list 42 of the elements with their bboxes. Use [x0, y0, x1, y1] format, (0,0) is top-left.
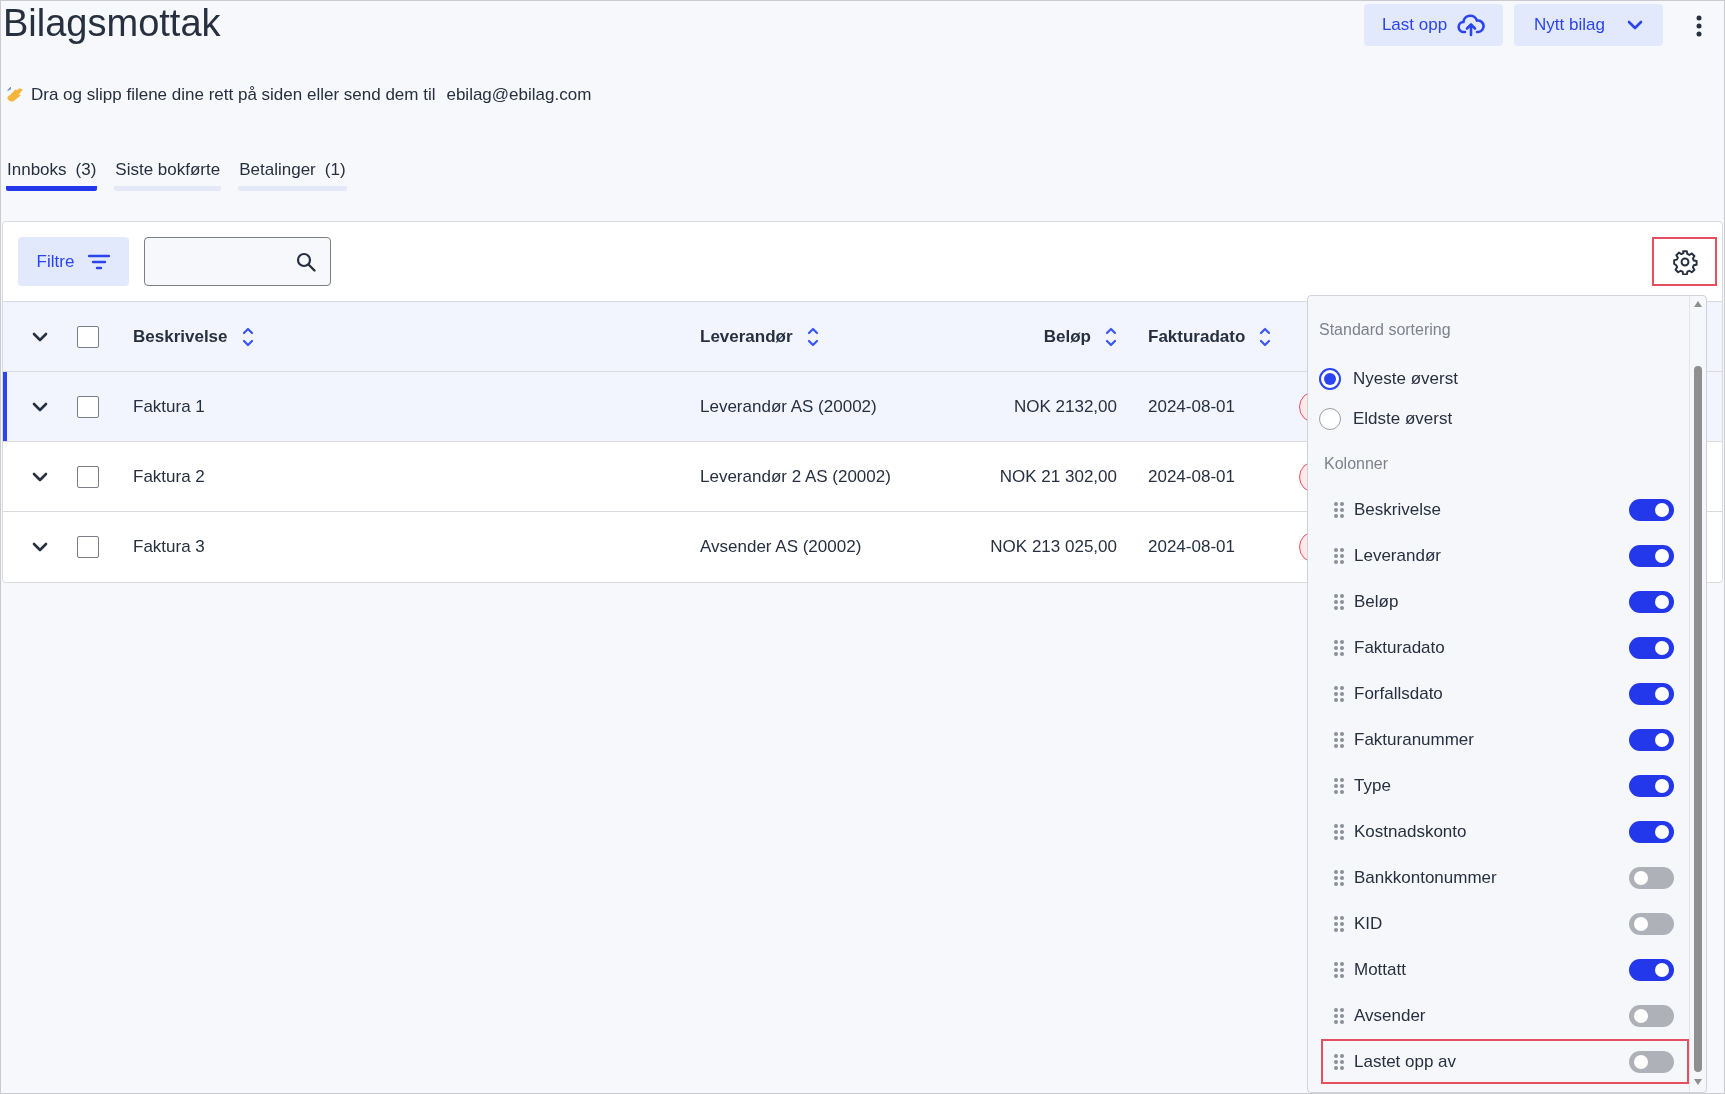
filter-button[interactable]: Filtre [18, 237, 129, 286]
table-cell: NOK 2132,00 [1014, 396, 1117, 416]
table-cell: Avsender AS (20002) [700, 537, 862, 556]
tab[interactable]: Siste bokførte [114, 158, 222, 191]
table-cell: Leverandør AS (20002) [700, 396, 877, 416]
column-option-label: Type [1354, 775, 1392, 796]
column-option-label: Forfallsdato [1354, 683, 1444, 704]
column-option-label: Beløp [1354, 591, 1400, 612]
table-cell: Leverandør 2 AS (20002) [700, 466, 891, 486]
column-option-label: Leverandør [1354, 545, 1442, 566]
column-header[interactable]: Fakturadato [1148, 326, 1246, 347]
column-option-label: Fakturadato [1354, 637, 1446, 658]
table-cell: 2024-08-01 [1148, 537, 1235, 556]
upload-button[interactable]: Last opp [1364, 4, 1503, 46]
column-option-label: Kostnadskonto [1354, 821, 1468, 842]
info-text: Dra og slipp filene dine rett på siden eller send dem til [31, 85, 436, 105]
tab[interactable]: Betalinger (1) [238, 158, 347, 191]
table-cell: Faktura 3 [133, 537, 205, 556]
column-option-label: Lastet opp av [1354, 1051, 1458, 1072]
page-title: Bilagsmottak [3, 1, 222, 45]
column-option-label: KID [1354, 913, 1384, 934]
table-cell: Faktura 2 [133, 466, 205, 486]
table-cell: Faktura 1 [133, 396, 205, 416]
radio-label[interactable]: Eldste øverst [1353, 409, 1453, 429]
column-header[interactable]: Leverandør [700, 326, 793, 347]
table-cell: NOK 213 025,00 [990, 537, 1117, 556]
radio-label[interactable]: Nyeste øverst [1353, 369, 1458, 389]
column-header[interactable]: Beløp [1043, 326, 1091, 347]
column-option-label: Beskrivelse [1354, 499, 1442, 520]
column-option-label: Bankkontonummer [1354, 867, 1498, 888]
column-header[interactable]: Beskrivelse [133, 326, 228, 347]
section-title: Standard sortering [1319, 321, 1452, 339]
table-cell: NOK 21 302,00 [999, 466, 1117, 486]
table-cell: 2024-08-01 [1148, 396, 1235, 416]
new-document-button[interactable]: Nytt bilag [1514, 4, 1663, 46]
table-cell: 2024-08-01 [1148, 466, 1235, 486]
email-address: ebilag@ebilag.com [446, 85, 592, 105]
column-option-label: Mottatt [1354, 959, 1407, 980]
column-option-label: Avsender [1354, 1005, 1427, 1026]
section-title: Kolonner [1324, 455, 1390, 473]
tab[interactable]: Innboks (3) [6, 158, 98, 191]
column-option-label: Fakturanummer [1354, 729, 1475, 750]
